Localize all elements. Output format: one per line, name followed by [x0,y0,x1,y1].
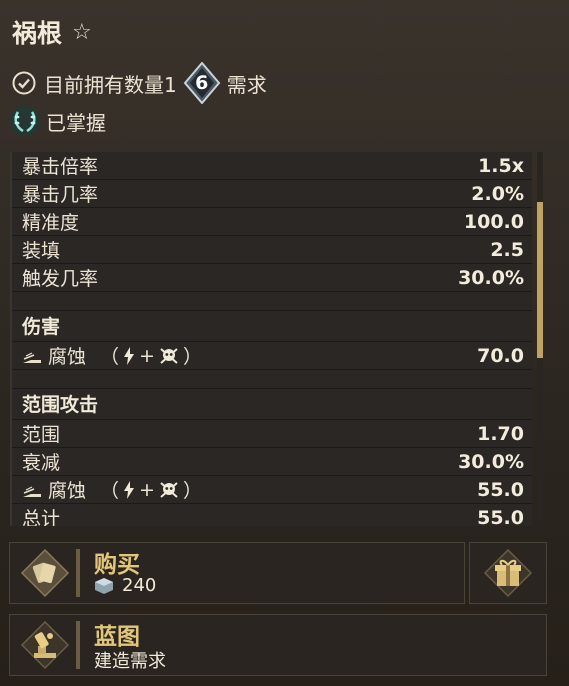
damage-corrosion-label: 腐蚀 [48,346,87,368]
skull-icon [160,347,178,364]
stat-label: 装填 [22,240,61,262]
lightning-icon [124,346,135,365]
stat-value: 1.70 [477,422,524,445]
close-paren: ） [182,346,202,368]
price-row: 240 [94,575,156,596]
stat-label-group: 腐蚀 （ + ） [22,476,202,503]
stat-row-aoe-total: 总计 55.0 [12,504,532,526]
buy-title: 购买 [94,552,140,578]
checkmark-circle-icon [12,71,36,95]
stat-label: 总计 [22,508,61,526]
tags-icon [20,548,70,598]
stat-value: 2.5 [490,238,524,261]
section-gap [12,370,532,388]
diamond-count-icon: 6 [183,61,221,105]
stat-value: 30.0% [458,450,524,473]
stat-label: 衰减 [22,452,61,474]
stat-row-aoe-corrosion: 腐蚀 （ + ） 55.0 [12,476,532,503]
stat-row-crit-multiplier: 暴击倍率 1.5x [12,152,532,179]
open-paren: （ [100,480,120,502]
plus-sign: + [139,344,155,367]
owned-status: 目前拥有数量1 6 需求 [12,61,267,105]
blueprint-subtitle: 建造需求 [94,651,166,672]
stat-row-accuracy: 精准度 100.0 [12,208,532,235]
stat-row-aoe-falloff: 衰减 30.0% [12,448,532,475]
mastered-status: 已掌握 [8,104,106,138]
damage-combo: （ + ） [100,342,202,369]
lightning-icon [124,480,135,499]
section-header-damage: 伤害 [12,311,532,341]
owned-count-text: 目前拥有数量1 [44,72,177,97]
damage-type-icon [23,351,41,363]
stat-label-group: 腐蚀 （ + ） [22,342,202,369]
damage-type-icon [23,485,41,497]
skull-icon [160,481,178,498]
stat-row-proc-chance: 触发几率 30.0% [12,264,532,291]
section-gap [12,292,532,310]
blueprint-button[interactable]: 蓝图 建造需求 [9,614,547,676]
stat-row-crit-chance: 暴击几率 2.0% [12,180,532,207]
item-title: 祸根 ☆ [12,14,92,50]
blueprint-title: 蓝图 [94,624,140,650]
stat-row-reload: 装填 2.5 [12,236,532,263]
stat-value: 70.0 [477,344,524,367]
stat-value: 1.5x [478,154,524,177]
stat-value: 30.0% [458,266,524,289]
required-count: 6 [195,72,209,94]
stat-label: 暴击几率 [22,184,99,206]
credits-icon [95,577,113,594]
button-separator [76,621,80,669]
button-separator [76,549,80,597]
stat-value: 55.0 [477,478,524,501]
aoe-corrosion-label: 腐蚀 [48,480,87,502]
stats-panel[interactable]: 暴击倍率 1.5x 暴击几率 2.0% 精准度 100.0 装填 2.5 触发几… [10,152,532,526]
stat-label: 精准度 [22,212,80,234]
stat-row-aoe-range: 范围 1.70 [12,420,532,447]
buy-button[interactable]: 购买 240 [9,542,465,604]
star-icon[interactable]: ☆ [72,20,92,45]
aoe-combo: （ + ） [100,476,202,503]
plus-sign: + [139,478,155,501]
section-header-aoe: 范围攻击 [12,389,532,419]
close-paren: ） [182,480,202,502]
mastered-text: 已掌握 [46,110,106,135]
stat-label: 暴击倍率 [22,156,99,178]
gift-button[interactable] [469,542,547,604]
stat-value: 55.0 [477,506,524,527]
stat-value: 100.0 [463,210,524,233]
stats-scrollbar[interactable] [537,152,543,526]
stat-row-damage-corrosion: 腐蚀 （ + ） 70.0 [12,342,532,369]
blueprint-machine-icon [20,620,70,670]
stat-label: 触发几率 [22,268,99,290]
scrollbar-thumb[interactable] [537,202,543,358]
laurel-icon [10,106,40,136]
gift-icon [483,548,533,598]
required-label: 需求 [226,72,267,97]
buy-price: 240 [122,575,157,596]
stat-label: 范围 [22,424,61,446]
open-paren: （ [100,346,120,368]
stat-value: 2.0% [471,182,524,205]
item-name: 祸根 [12,19,63,48]
